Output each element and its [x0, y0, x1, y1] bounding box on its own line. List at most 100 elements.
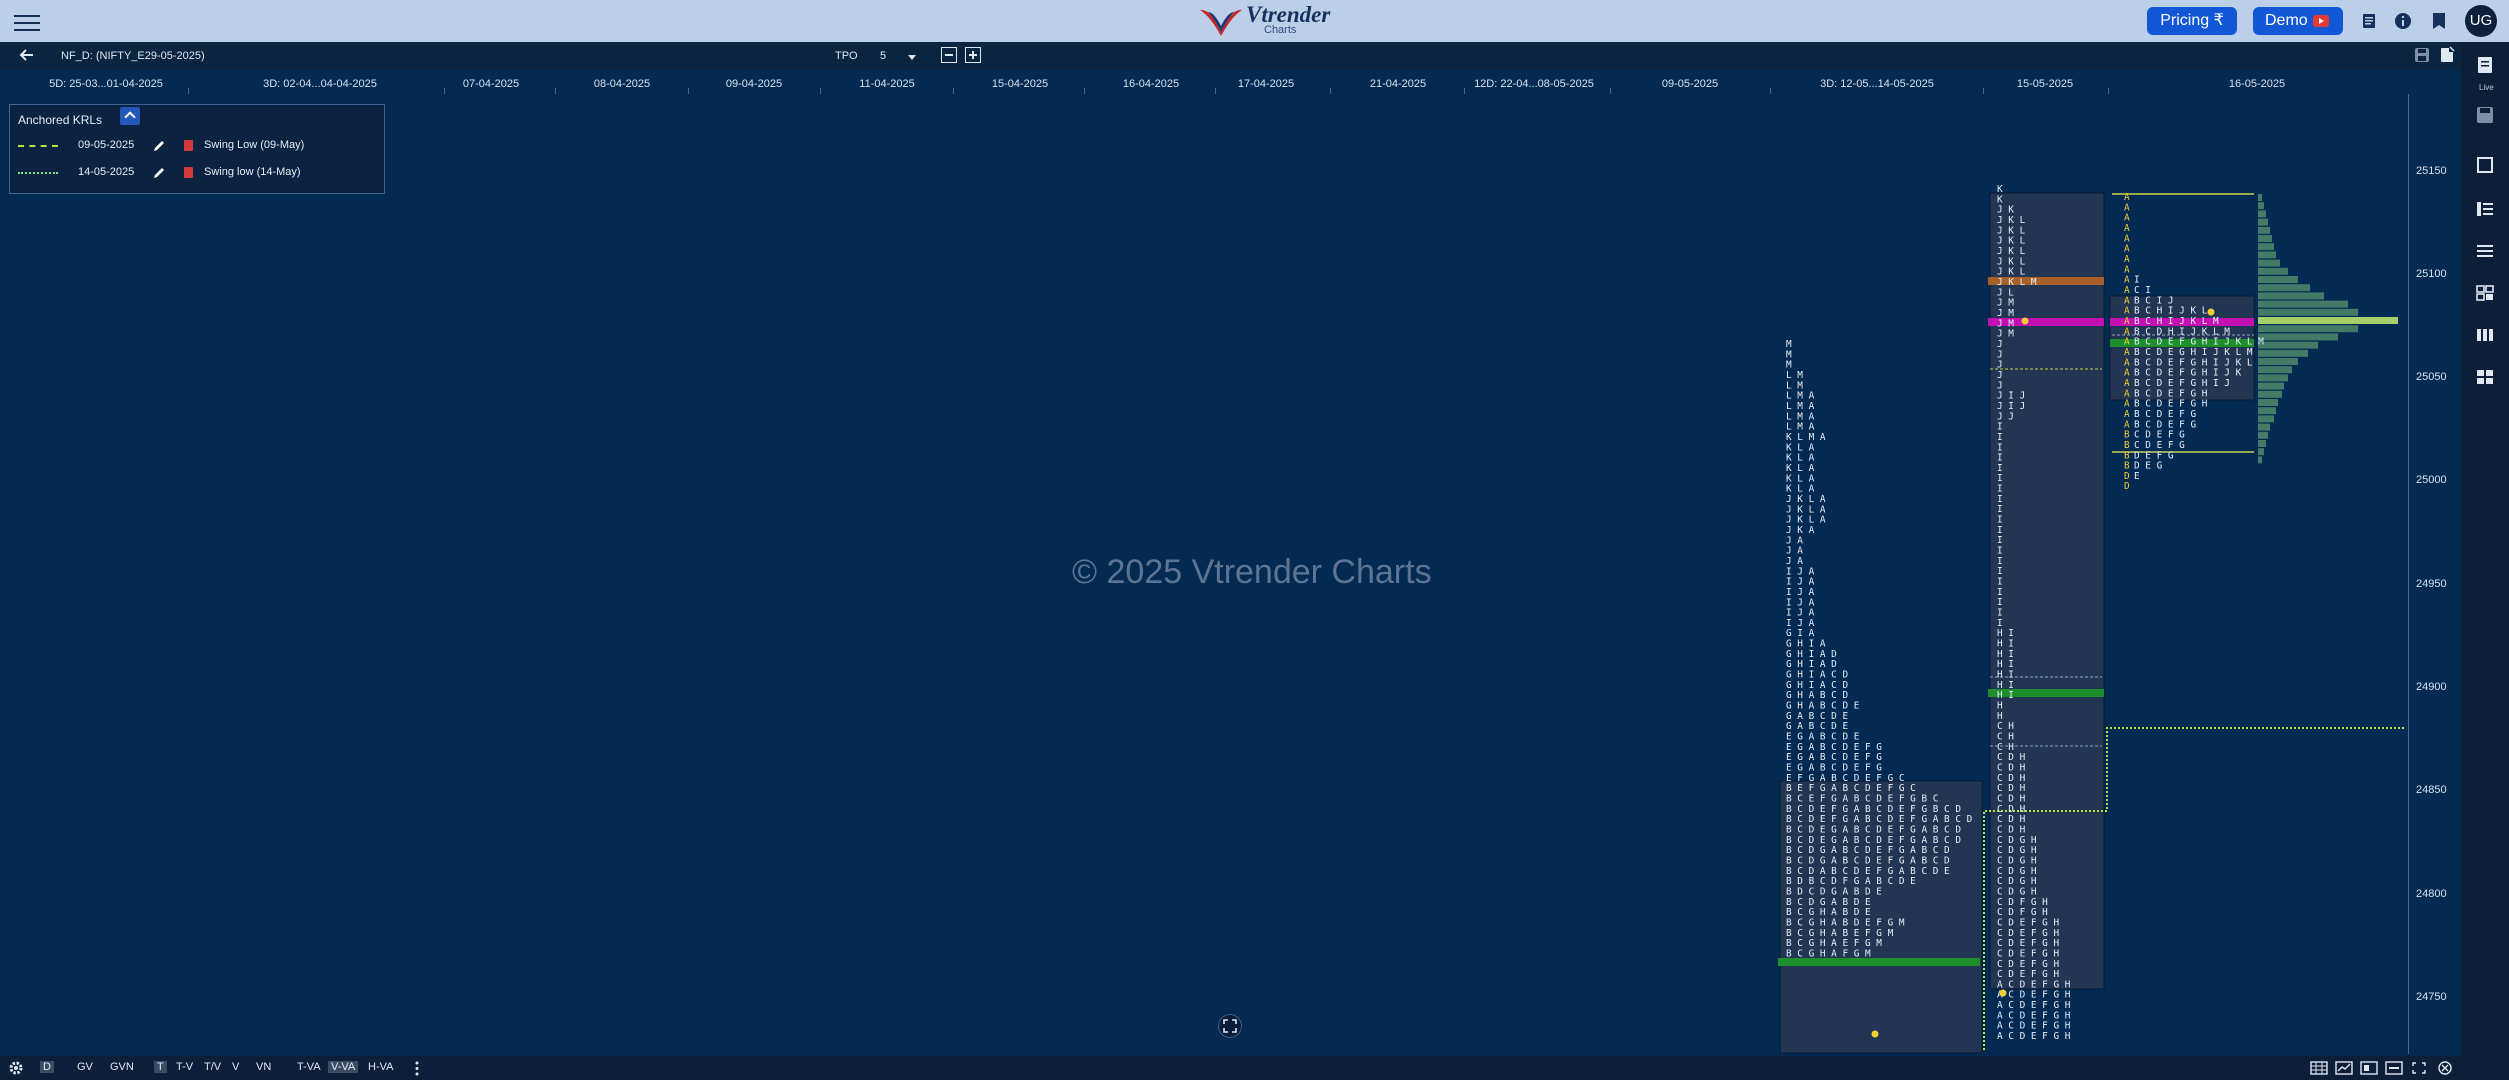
- profile-view-icon[interactable]: [2360, 1061, 2378, 1075]
- grid-icon[interactable]: [2475, 284, 2495, 302]
- volume-bar: [2258, 243, 2274, 251]
- volume-bar: [2258, 267, 2288, 275]
- volume-bar: [2258, 358, 2298, 365]
- volume-bar: [2258, 431, 2268, 439]
- view-button-d[interactable]: D: [40, 1061, 54, 1073]
- volume-bar: [2258, 251, 2276, 259]
- price-tick: 24900: [2416, 681, 2447, 693]
- price-tick: 25000: [2416, 474, 2447, 486]
- line-chart-icon[interactable]: [2335, 1061, 2353, 1075]
- delete-icon[interactable]: [184, 167, 193, 178]
- fit-screen-icon[interactable]: [2410, 1061, 2428, 1075]
- volume-bar: [2258, 210, 2266, 218]
- price-axis-line: [2408, 94, 2409, 1054]
- price-tick: 24750: [2416, 991, 2447, 1003]
- volume-bar: [2258, 300, 2348, 308]
- volume-bar: [2258, 440, 2266, 447]
- volume-bar: [2258, 341, 2318, 349]
- volume-bar: [2258, 292, 2324, 300]
- volume-bar: [2258, 333, 2338, 341]
- volume-bar: [2258, 349, 2308, 357]
- open-marker: [1999, 989, 2007, 997]
- tpo-row-open: D: [2124, 481, 2130, 492]
- volume-bar: [2258, 448, 2264, 456]
- volume-bar: [2258, 415, 2274, 423]
- watermark: © 2025 Vtrender Charts: [1072, 553, 1432, 591]
- volume-bar: [2258, 407, 2276, 415]
- krl-title: Anchored KRLs: [18, 113, 103, 127]
- volume-bar: [2258, 456, 2262, 464]
- view-button-t-slash-v[interactable]: T/V: [204, 1061, 221, 1073]
- close-icon[interactable]: [2436, 1061, 2454, 1075]
- volume-bar: [2258, 382, 2284, 390]
- volume-bar: [2258, 235, 2272, 242]
- volume-bar: [2258, 317, 2398, 324]
- right-sidebar: [2461, 42, 2509, 1080]
- bottom-toolbar: D GV GVN T T-V T/V V VN T-VA V-VA H-VA: [0, 1056, 2461, 1080]
- list-icon[interactable]: [2475, 200, 2495, 218]
- volume-bar: [2258, 276, 2298, 283]
- view-button-t-va[interactable]: T-VA: [297, 1061, 321, 1073]
- open-marker: [2207, 308, 2215, 316]
- view-button-t-v[interactable]: T-V: [176, 1061, 193, 1073]
- tpo-row: A C D E F G H: [1997, 1031, 2071, 1042]
- open-marker: [1871, 1030, 1879, 1038]
- settings-icon[interactable]: [8, 1060, 24, 1076]
- krl-line-swatch: [18, 145, 58, 147]
- table-icon[interactable]: [2310, 1061, 2328, 1075]
- price-tick: 25100: [2416, 268, 2447, 280]
- delete-icon[interactable]: [184, 140, 193, 151]
- volume-bar: [2258, 399, 2278, 406]
- document-icon[interactable]: [2475, 56, 2495, 74]
- volume-bar: [2258, 259, 2280, 267]
- anchored-krl-panel: Anchored KRLs 09-05-2025 Swing Low (09-M…: [9, 104, 385, 194]
- open-marker: [2021, 317, 2029, 325]
- volume-bar: [2258, 374, 2288, 382]
- layout-icon[interactable]: [2475, 368, 2495, 386]
- more-options-icon[interactable]: [415, 1061, 419, 1076]
- price-tick: 24950: [2416, 578, 2447, 590]
- avatar[interactable]: UG: [2465, 5, 2497, 37]
- price-tick: 25150: [2416, 165, 2447, 177]
- volume-bar: [2258, 325, 2358, 333]
- view-button-h-va[interactable]: H-VA: [368, 1061, 393, 1073]
- view-button-gv[interactable]: GV: [77, 1061, 93, 1073]
- krl-row[interactable]: 09-05-2025 Swing Low (09-May): [18, 139, 378, 155]
- krl-date: 09-05-2025: [78, 139, 135, 151]
- view-button-gvn[interactable]: GVN: [110, 1061, 134, 1073]
- tpo-row: B C G H A F G M: [1786, 948, 1871, 959]
- lines-icon[interactable]: [2475, 242, 2495, 260]
- volume-bar: [2258, 284, 2310, 292]
- krl-row[interactable]: 14-05-2025 Swing low (14-May): [18, 166, 378, 182]
- price-tick: 24800: [2416, 888, 2447, 900]
- volume-bar: [2258, 423, 2270, 431]
- square-icon[interactable]: [2475, 156, 2495, 174]
- krl-line-swatch: [18, 172, 58, 174]
- volume-bar: [2258, 202, 2264, 210]
- volume-bar: [2258, 218, 2268, 226]
- view-button-v[interactable]: V: [232, 1061, 239, 1073]
- save-icon[interactable]: [2475, 106, 2495, 124]
- krl-date: 14-05-2025: [78, 166, 135, 178]
- collapse-button[interactable]: [120, 107, 140, 125]
- tpo-row: E: [2134, 471, 2140, 482]
- view-button-vn[interactable]: VN: [256, 1061, 271, 1073]
- fullscreen-button[interactable]: [1218, 1014, 1242, 1038]
- volume-bar: [2258, 194, 2262, 201]
- krl-name: Swing Low (09-May): [204, 139, 305, 151]
- view-button-t[interactable]: T: [154, 1061, 167, 1073]
- volume-bar: [2258, 366, 2292, 374]
- price-tick: 25050: [2416, 371, 2447, 383]
- volume-view-icon[interactable]: [2385, 1061, 2403, 1075]
- krl-name: Swing low (14-May): [204, 166, 301, 178]
- volume-bar: [2258, 390, 2282, 398]
- edit-icon[interactable]: [152, 166, 166, 180]
- expand-icon: [1223, 1019, 1237, 1033]
- volume-bar: [2258, 226, 2270, 234]
- columns-icon[interactable]: [2475, 326, 2495, 344]
- volume-bar: [2258, 308, 2358, 316]
- price-tick: 24850: [2416, 784, 2447, 796]
- view-button-v-va[interactable]: V-VA: [328, 1061, 359, 1073]
- edit-icon[interactable]: [152, 139, 166, 153]
- live-label: Live: [2479, 83, 2494, 92]
